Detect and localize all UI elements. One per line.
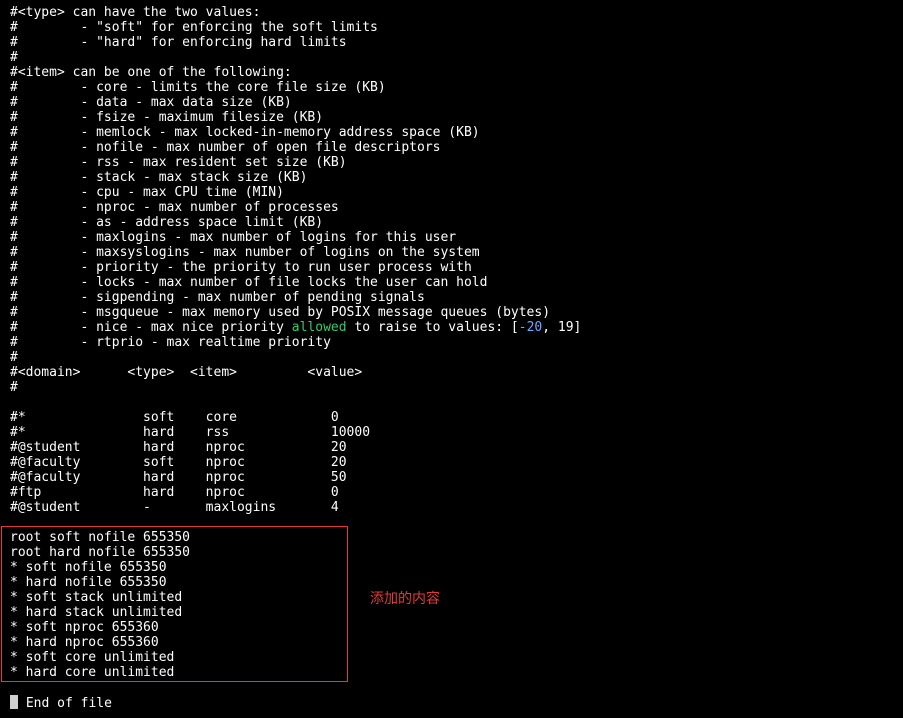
text-line: # - fsize - maximum filesize (KB): [10, 110, 324, 125]
text-line: #@faculty soft nproc 20: [10, 455, 347, 470]
text-line: [10, 395, 581, 410]
end-of-file-line: End of file: [10, 695, 581, 711]
end-of-file-text: End of file: [18, 696, 112, 711]
text-line: #@faculty hard nproc 50: [10, 470, 347, 485]
text-line: # - data - max data size (KB): [10, 95, 292, 110]
text-line: # - maxsyslogins - max number of logins …: [10, 245, 480, 260]
text-line: # - "soft" for enforcing the soft limits: [10, 20, 378, 35]
text-line: # - "hard" for enforcing hard limits: [10, 35, 347, 50]
text-line: #@student hard nproc 20: [10, 440, 347, 455]
text-line: #: [10, 380, 18, 395]
nice-suffix: , 19]: [542, 320, 582, 335]
text-line: # - rss - max resident set size (KB): [10, 155, 347, 170]
nice-keyword: allowed: [291, 320, 347, 335]
text-line: # - locks - max number of file locks the…: [10, 275, 488, 290]
text-line: #: [10, 350, 18, 365]
text-line: #<domain> <type> <item> <value>: [10, 365, 363, 380]
text-line: #<type> can have the two values:: [10, 5, 261, 20]
nice-line: # - nice - max nice priority allowed to …: [10, 320, 581, 335]
text-line: # - cpu - max CPU time (MIN): [10, 185, 284, 200]
terminal-window[interactable]: #<type> can have the two values: # - "sof…: [0, 0, 903, 718]
text-line: # - stack - max stack size (KB): [10, 170, 308, 185]
text-line: # - nproc - max number of processes: [10, 200, 339, 215]
added-content-annotation: 添加的内容: [370, 591, 440, 607]
nice-neg-num: -20: [518, 320, 543, 335]
text-line: #@student - maxlogins 4: [10, 500, 339, 515]
text-line: #ftp hard nproc 0: [10, 485, 339, 500]
text-line: # - as - address space limit (KB): [10, 215, 324, 230]
text-line: # - msgqueue - max memory used by POSIX …: [10, 305, 551, 320]
nice-prefix: # - nice - max nice priority: [10, 320, 292, 335]
text-line: # - nofile - max number of open file des…: [10, 140, 441, 155]
text-line: # - core - limits the core file size (KB…: [10, 80, 386, 95]
text-line: # - memlock - max locked-in-memory addre…: [10, 125, 480, 140]
nice-middle: to raise to values: [: [346, 320, 519, 335]
added-content-highlight-box: [1, 526, 348, 682]
text-line: #* hard rss 10000: [10, 425, 371, 440]
text-line: # - maxlogins - max number of logins for…: [10, 230, 457, 245]
text-cursor: [10, 695, 18, 709]
comment-block: #<type> can have the two values: # - "sof…: [10, 5, 581, 320]
text-line: #: [10, 50, 18, 65]
text-line: # - priority - the priority to run user …: [10, 260, 472, 275]
text-line: #* soft core 0: [10, 410, 339, 425]
text-line: # - rtprio - max realtime priority: [10, 335, 331, 350]
limits-table: # - rtprio - max realtime priority # #<dom…: [10, 335, 581, 530]
text-line: #<item> can be one of the following:: [10, 65, 292, 80]
text-line: # - sigpending - max number of pending s…: [10, 290, 425, 305]
